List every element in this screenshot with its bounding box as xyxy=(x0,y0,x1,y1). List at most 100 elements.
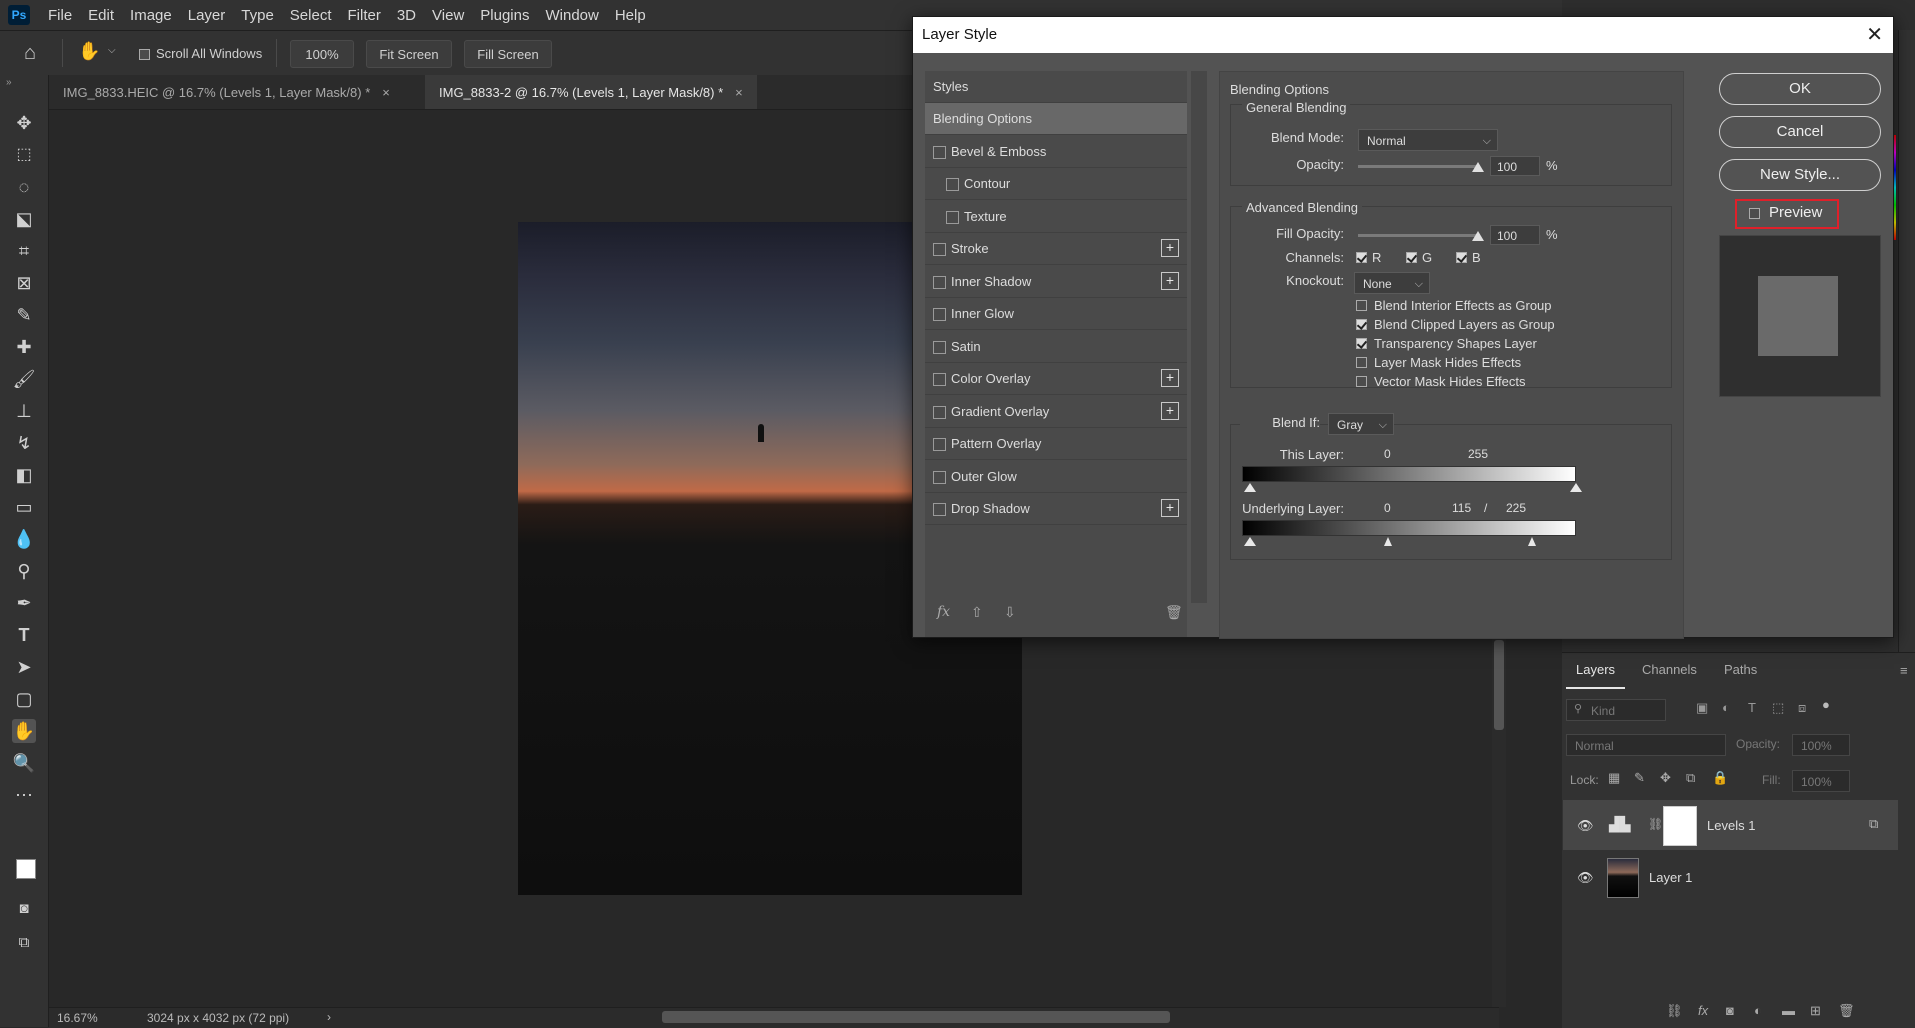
style-checkbox[interactable] xyxy=(933,243,946,256)
menu-edit[interactable]: Edit xyxy=(80,7,122,24)
preview-checkbox[interactable] xyxy=(1749,208,1760,219)
blur-tool-icon[interactable]: 💧 xyxy=(12,527,36,551)
style-item-texture[interactable]: Texture xyxy=(925,201,1187,233)
this-layer-white-slider[interactable] xyxy=(1570,483,1582,492)
menu-filter[interactable]: Filter xyxy=(340,7,389,24)
history-brush-tool-icon[interactable]: ↯ xyxy=(12,431,36,455)
advanced-option-checkbox[interactable] xyxy=(1356,338,1367,349)
tab-img-8833-heic[interactable]: IMG_8833.HEIC @ 16.7% (Levels 1, Layer M… xyxy=(49,75,404,109)
style-item-blending-options[interactable]: Blending Options xyxy=(925,103,1187,135)
new-group-icon[interactable]: ▬ xyxy=(1782,1003,1795,1018)
rectangle-tool-icon[interactable]: ▢ xyxy=(12,687,36,711)
tab-img-8833-2[interactable]: IMG_8833-2 @ 16.7% (Levels 1, Layer Mask… xyxy=(425,75,757,109)
tab-paths[interactable]: Paths xyxy=(1714,653,1767,687)
filter-smart-object-icon[interactable]: ⧈ xyxy=(1798,700,1806,716)
link-layers-icon[interactable]: ⛓ xyxy=(1666,1003,1683,1019)
advanced-option-checkbox[interactable] xyxy=(1356,357,1367,368)
close-icon[interactable]: × xyxy=(735,85,743,100)
eyedropper-tool-icon[interactable]: ✎ xyxy=(12,303,36,327)
dodge-tool-icon[interactable]: ⚲ xyxy=(12,559,36,583)
layer-name[interactable]: Levels 1 xyxy=(1707,818,1755,833)
delete-effect-icon[interactable]: 🗑 xyxy=(1165,604,1183,621)
advanced-option-checkbox[interactable] xyxy=(1356,319,1367,330)
style-checkbox[interactable] xyxy=(933,438,946,451)
style-checkbox[interactable] xyxy=(933,373,946,386)
layer-row-levels-1[interactable]: 👁 ▟▙ ⛓ Levels 1 ⧉ xyxy=(1563,800,1898,850)
menu-window[interactable]: Window xyxy=(537,7,606,24)
style-checkbox[interactable] xyxy=(933,405,946,419)
menu-layer[interactable]: Layer xyxy=(180,7,234,24)
advanced-option-checkbox[interactable] xyxy=(1356,376,1367,387)
move-down-icon[interactable]: ⇩ xyxy=(1004,604,1016,621)
fit-screen-button[interactable]: Fit Screen xyxy=(366,40,452,68)
layer-opacity-field[interactable]: 100% xyxy=(1792,734,1850,756)
chain-link-icon[interactable]: ⛓ xyxy=(1648,817,1663,831)
style-item-pattern-overlay[interactable]: Pattern Overlay xyxy=(925,428,1187,460)
menu-file[interactable]: File xyxy=(40,7,80,24)
style-item-color-overlay[interactable]: Color Overlay + xyxy=(925,363,1187,395)
style-item-inner-shadow[interactable]: Inner Shadow + xyxy=(925,266,1187,298)
menu-help[interactable]: Help xyxy=(607,7,654,24)
opacity-slider-track[interactable] xyxy=(1358,165,1478,168)
advanced-option-checkbox[interactable] xyxy=(1356,300,1367,311)
style-item-satin[interactable]: Satin xyxy=(925,331,1187,363)
fill-opacity-slider-knob[interactable] xyxy=(1472,231,1484,241)
underlying-white-split-slider[interactable] xyxy=(1528,537,1536,546)
knockout-select[interactable]: None ⌵ xyxy=(1354,272,1430,294)
scroll-all-windows-checkbox[interactable] xyxy=(139,49,150,60)
new-layer-icon[interactable]: ⊞ xyxy=(1810,1003,1821,1019)
layer-fill-field[interactable]: 100% xyxy=(1792,770,1850,792)
style-checkbox[interactable] xyxy=(946,210,959,224)
move-up-icon[interactable]: ⇧ xyxy=(971,604,983,621)
layer-row-layer-1[interactable]: 👁 Layer 1 xyxy=(1563,852,1898,902)
move-tool-icon[interactable]: ✥ xyxy=(12,111,36,135)
style-item-drop-shadow[interactable]: Drop Shadow + xyxy=(925,493,1187,525)
tab-channels[interactable]: Channels xyxy=(1632,653,1707,687)
screen-mode-icon[interactable]: ⧉ xyxy=(12,931,36,955)
style-checkbox[interactable] xyxy=(933,340,946,354)
menu-plugins[interactable]: Plugins xyxy=(472,7,537,24)
status-menu-arrow[interactable]: › xyxy=(327,1010,331,1024)
lock-artboard-icon[interactable]: ⧉ xyxy=(1686,770,1695,786)
underlying-black-slider[interactable] xyxy=(1244,537,1256,546)
marquee-tool-icon[interactable]: ⬚ xyxy=(12,143,36,167)
eraser-tool-icon[interactable]: ◧ xyxy=(12,463,36,487)
style-checkbox[interactable] xyxy=(933,275,946,289)
filter-shape-icon[interactable]: ⬚ xyxy=(1772,700,1784,716)
foreground-color-swatch[interactable] xyxy=(16,859,36,879)
preview-label[interactable]: Preview xyxy=(1769,204,1822,221)
lock-image-icon[interactable]: ✎ xyxy=(1634,770,1645,786)
layer-blend-mode-select[interactable]: Normal xyxy=(1566,734,1726,756)
style-item-inner-glow[interactable]: Inner Glow xyxy=(925,298,1187,330)
horizontal-scroll-thumb[interactable] xyxy=(662,1011,1170,1023)
lock-all-icon[interactable]: 🔒 xyxy=(1712,770,1728,786)
opacity-input[interactable]: 100 xyxy=(1490,156,1540,176)
ok-button[interactable]: OK xyxy=(1719,73,1881,105)
frame-tool-icon[interactable]: ⊠ xyxy=(12,271,36,295)
filter-toggle-icon[interactable]: ● xyxy=(1822,697,1830,712)
close-icon[interactable]: × xyxy=(382,85,390,100)
style-item-contour[interactable]: Contour xyxy=(925,168,1187,200)
hand-tool-icon[interactable]: ✋ xyxy=(12,719,36,743)
lock-transparent-icon[interactable]: ▦ xyxy=(1608,770,1620,786)
clone-stamp-tool-icon[interactable]: ⊥ xyxy=(12,399,36,423)
add-effect-icon[interactable]: + xyxy=(1161,271,1179,290)
chevron-down-icon[interactable]: ⌵ xyxy=(108,45,116,56)
layer-mask-thumbnail[interactable] xyxy=(1663,806,1697,846)
style-item-outer-glow[interactable]: Outer Glow xyxy=(925,461,1187,493)
visibility-eye-icon[interactable]: 👁 xyxy=(1577,818,1594,834)
channel-g-checkbox[interactable] xyxy=(1406,252,1417,263)
collapse-icon[interactable]: » xyxy=(6,77,12,88)
style-checkbox[interactable] xyxy=(933,308,946,321)
opacity-slider-knob[interactable] xyxy=(1472,162,1484,172)
cancel-button[interactable]: Cancel xyxy=(1719,116,1881,148)
filter-adjustment-icon[interactable]: ◐ xyxy=(1722,700,1730,715)
this-layer-black-slider[interactable] xyxy=(1244,483,1256,492)
menu-type[interactable]: Type xyxy=(233,7,282,24)
channel-b-checkbox[interactable] xyxy=(1456,252,1467,263)
visibility-eye-icon[interactable]: 👁 xyxy=(1577,870,1594,886)
fx-menu-icon[interactable]: fx xyxy=(937,604,950,620)
fx-icon[interactable]: fx xyxy=(1698,1003,1708,1018)
delete-layer-icon[interactable]: 🗑 xyxy=(1838,1003,1855,1019)
style-checkbox[interactable] xyxy=(933,470,946,484)
